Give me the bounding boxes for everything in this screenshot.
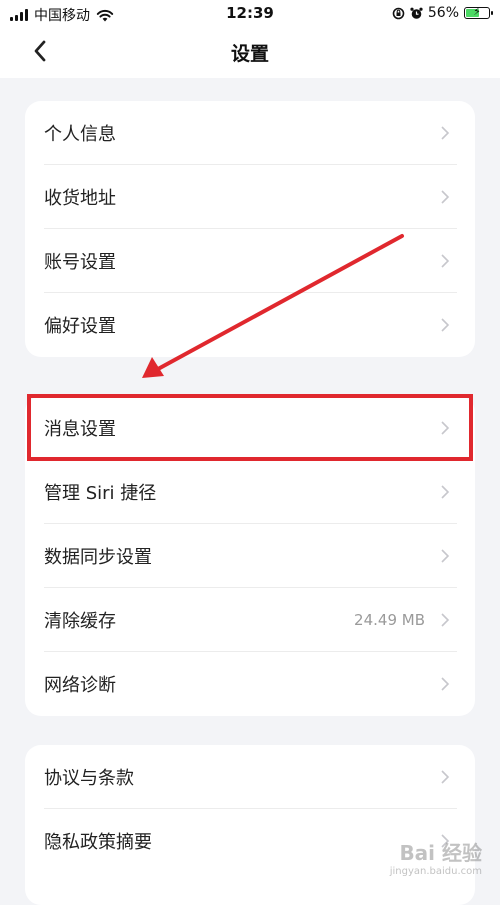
settings-row-account-settings[interactable]: 账号设置 — [25, 229, 475, 293]
watermark-url: jingyan.baidu.com — [389, 866, 482, 877]
chevron-right-icon — [441, 613, 450, 627]
chevron-right-icon — [441, 677, 450, 691]
row-label: 账号设置 — [44, 252, 116, 273]
chevron-right-icon — [441, 254, 450, 268]
settings-group-legal: 协议与条款 隐私政策摘要 — [25, 745, 475, 905]
cache-size-value: 24.49 MB — [354, 611, 425, 629]
chevron-right-icon — [441, 190, 450, 204]
chevron-right-icon — [441, 770, 450, 784]
charging-bolt-icon: ⚡ — [473, 5, 481, 18]
row-label: 清除缓存 — [44, 611, 116, 632]
settings-row-preferences[interactable]: 偏好设置 — [25, 293, 475, 357]
settings-group-account: 个人信息 收货地址 账号设置 偏好设置 — [25, 101, 475, 357]
row-label: 隐私政策摘要 — [44, 832, 152, 853]
chevron-right-icon — [441, 485, 450, 499]
row-label: 网络诊断 — [44, 675, 116, 696]
nav-bar: 设置 — [0, 28, 500, 78]
orientation-lock-icon — [392, 7, 405, 19]
row-label: 数据同步设置 — [44, 547, 152, 568]
status-right: 56% ⚡ — [392, 5, 493, 21]
row-label: 管理 Siri 捷径 — [44, 483, 157, 504]
chevron-right-icon — [441, 549, 450, 563]
settings-row-network-diagnosis[interactable]: 网络诊断 — [25, 652, 475, 716]
watermark-text: Bai 经验 — [399, 841, 482, 865]
row-label: 个人信息 — [44, 124, 116, 145]
settings-row-clear-cache[interactable]: 清除缓存 24.49 MB — [25, 588, 475, 652]
settings-row-terms[interactable]: 协议与条款 — [25, 745, 475, 809]
settings-row-data-sync[interactable]: 数据同步设置 — [25, 524, 475, 588]
alarm-icon — [410, 7, 423, 19]
status-bar: 中国移动 12:39 56% ⚡ — [0, 0, 500, 28]
chevron-right-icon — [441, 126, 450, 140]
highlight-box — [27, 394, 473, 461]
row-label: 协议与条款 — [44, 768, 134, 789]
settings-row-personal-info[interactable]: 个人信息 — [25, 101, 475, 165]
battery-percent: 56% — [427, 5, 459, 21]
row-label: 收货地址 — [44, 188, 116, 209]
page-title: 设置 — [230, 43, 269, 65]
battery-icon: ⚡ — [464, 5, 493, 19]
row-label: 偏好设置 — [44, 316, 116, 337]
chevron-right-icon — [441, 318, 450, 332]
baidu-watermark: Bai 经验 jingyan.baidu.com — [390, 837, 482, 877]
settings-row-shipping-address[interactable]: 收货地址 — [25, 165, 475, 229]
settings-row-siri-shortcuts[interactable]: 管理 Siri 捷径 — [25, 460, 475, 524]
